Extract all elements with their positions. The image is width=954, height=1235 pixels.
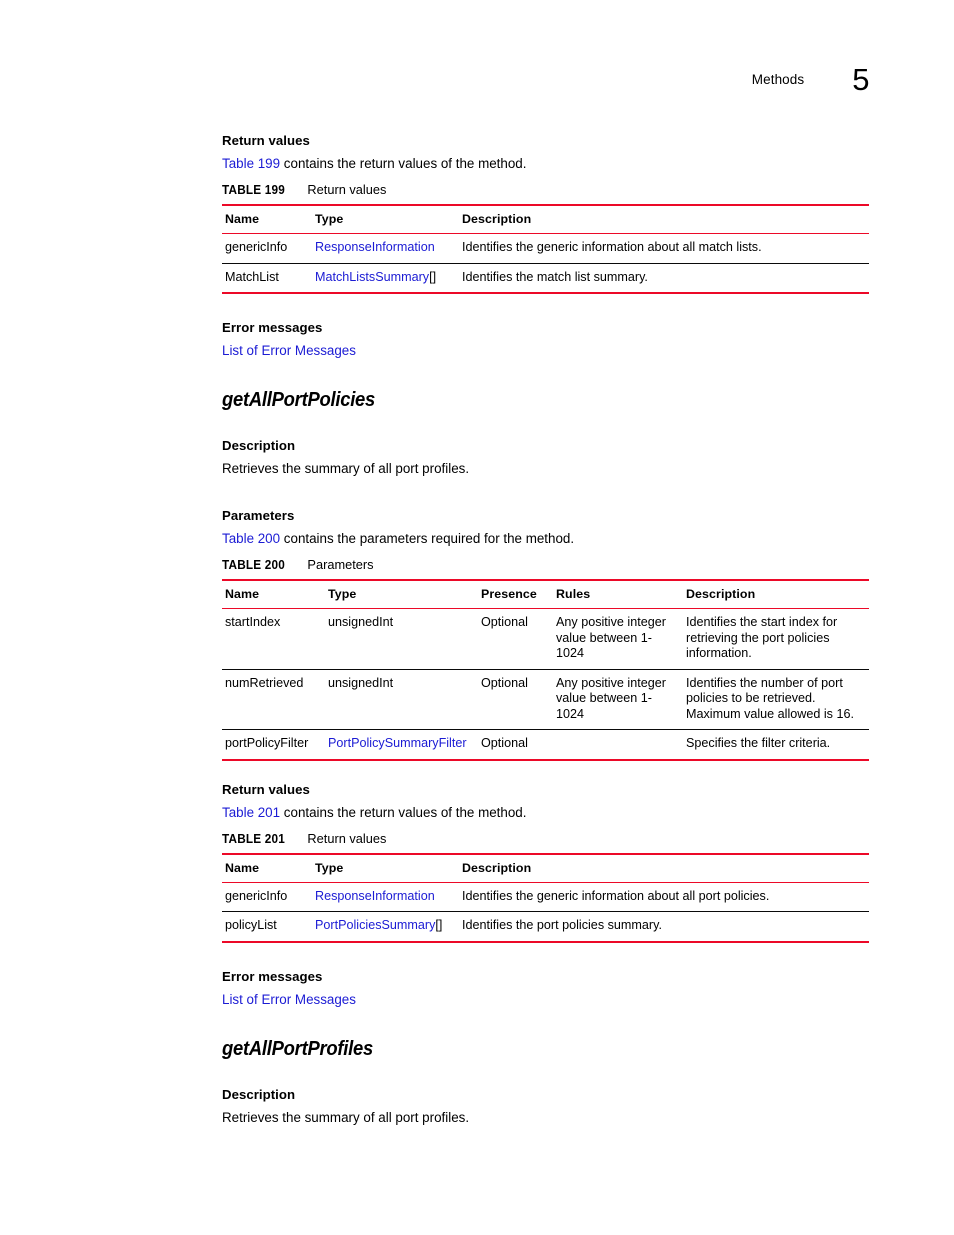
column-header-type: Type — [312, 204, 459, 234]
table-row: genericInfo ResponseInformation Identifi… — [222, 233, 869, 264]
table-199: Name Type Description genericInfo Respon… — [222, 204, 869, 294]
table-title-200: Parameters — [307, 557, 374, 572]
cell-rules — [553, 729, 683, 761]
cell-description: Specifies the filter criteria. — [683, 729, 869, 761]
xref-table-201[interactable]: Table 201 — [222, 805, 280, 820]
cell-presence: Optional — [478, 729, 553, 761]
column-header-type: Type — [312, 852, 459, 883]
heading-description-2: Description — [222, 1086, 296, 1102]
cell-type: ResponseInformation — [312, 233, 459, 264]
column-header-description: Description — [683, 579, 869, 609]
column-header-name: Name — [222, 204, 312, 234]
cell-name: MatchList — [222, 263, 312, 294]
column-header-presence: Presence — [478, 579, 553, 609]
lead-paragraph-table-200-rest: contains the parameters required for the… — [280, 531, 575, 546]
column-header-name: Name — [222, 579, 325, 609]
table-row: numRetrieved unsignedInt Optional Any po… — [222, 669, 869, 730]
heading-error-messages-2: Error messages — [222, 968, 323, 984]
heading-return-values-2: Return values — [222, 781, 310, 797]
cell-name: genericInfo — [222, 882, 312, 912]
table-row: portPolicyFilter PortPolicySummaryFilter… — [222, 729, 869, 761]
type-array-suffix: [] — [435, 918, 443, 932]
column-header-description: Description — [459, 204, 869, 234]
column-header-rules: Rules — [553, 579, 683, 609]
type-array-suffix: [] — [429, 269, 437, 284]
description-text-2: Retrieves the summary of all port profil… — [222, 1109, 470, 1125]
document-page: Methods 5 Return values Table 199 contai… — [0, 0, 954, 1235]
cell-name: startIndex — [222, 608, 325, 670]
table-row: startIndex unsignedInt Optional Any posi… — [222, 608, 869, 670]
cell-name: portPolicyFilter — [222, 729, 325, 761]
type-link[interactable]: ResponseInformation — [315, 889, 435, 903]
table-201: Name Type Description genericInfo Respon… — [222, 852, 869, 943]
cell-rules: Any positive integer value between 1-102… — [553, 608, 683, 670]
cell-type: unsignedInt — [325, 669, 478, 730]
table-row: genericInfo ResponseInformation Identifi… — [222, 882, 869, 912]
table-number-199: TABLE 199 — [222, 182, 285, 197]
cell-presence: Optional — [478, 669, 553, 730]
cell-description: Identifies the match list summary. — [459, 263, 869, 294]
heading-parameters: Parameters — [222, 508, 295, 523]
table-200: Name Type Presence Rules Description sta… — [222, 579, 869, 761]
page-running-header: Methods 5 — [222, 58, 870, 95]
column-header-name: Name — [222, 852, 312, 883]
table-number-200: TABLE 200 — [222, 557, 285, 572]
type-link[interactable]: ResponseInformation — [315, 240, 435, 254]
cell-description: Identifies the number of port policies t… — [683, 669, 869, 730]
table-number-201: TABLE 201 — [222, 830, 285, 846]
error-messages-link-paragraph-2: List of Error Messages — [222, 991, 869, 1008]
table-header-row: Name Type Description — [222, 204, 869, 234]
type-link[interactable]: PortPolicySummaryFilter — [328, 736, 467, 750]
lead-paragraph-table-199-rest: contains the return values of the method… — [280, 156, 527, 171]
lead-paragraph-table-200: Table 200 contains the parameters requir… — [222, 530, 869, 547]
page-content: Return values Table 199 contains the ret… — [222, 133, 869, 1126]
cell-type: PortPoliciesSummary[] — [312, 911, 459, 943]
xref-table-199[interactable]: Table 199 — [222, 156, 280, 171]
heading-error-messages-1: Error messages — [222, 320, 323, 335]
link-list-of-error-messages[interactable]: List of Error Messages — [222, 992, 356, 1007]
running-header-title: Methods — [751, 72, 805, 87]
method-heading-get-all-port-policies: getAllPortPolicies — [222, 388, 376, 411]
table-caption-200: TABLE 200 Parameters — [222, 557, 869, 573]
table-title-201: Return values — [307, 830, 387, 846]
table-title-199: Return values — [307, 182, 387, 197]
cell-name: numRetrieved — [222, 669, 325, 730]
column-header-description: Description — [459, 852, 869, 883]
cell-description: Identifies the port policies summary. — [459, 911, 869, 943]
type-link[interactable]: PortPoliciesSummary — [315, 918, 435, 932]
method-heading-get-all-port-profiles: getAllPortProfiles — [222, 1036, 373, 1060]
lead-paragraph-table-201-rest: contains the return values of the method… — [280, 804, 527, 820]
table-row: policyList PortPoliciesSummary[] Identif… — [222, 911, 869, 943]
cell-type: ResponseInformation — [312, 882, 459, 912]
column-header-type: Type — [325, 579, 478, 609]
cell-type: PortPolicySummaryFilter — [325, 729, 478, 761]
xref-table-200[interactable]: Table 200 — [222, 531, 280, 546]
cell-type: MatchListsSummary[] — [312, 263, 459, 294]
heading-return-values-1: Return values — [222, 133, 310, 148]
error-messages-link-paragraph-1: List of Error Messages — [222, 342, 869, 359]
cell-type: unsignedInt — [325, 608, 478, 670]
table-header-row: Name Type Presence Rules Description — [222, 579, 869, 609]
table-caption-199: TABLE 199 Return values — [222, 182, 869, 198]
cell-description: Identifies the generic information about… — [459, 233, 869, 264]
cell-name: policyList — [222, 911, 312, 943]
lead-paragraph-table-199: Table 199 contains the return values of … — [222, 155, 869, 172]
table-caption-201: TABLE 201 Return values — [222, 831, 869, 847]
cell-presence: Optional — [478, 608, 553, 670]
type-link[interactable]: MatchListsSummary — [315, 270, 429, 284]
cell-name: genericInfo — [222, 233, 312, 264]
table-row: MatchList MatchListsSummary[] Identifies… — [222, 263, 869, 294]
table-header-row: Name Type Description — [222, 852, 869, 883]
lead-paragraph-table-201: Table 201 contains the return values of … — [222, 804, 869, 821]
cell-description: Identifies the start index for retrievin… — [683, 608, 869, 670]
heading-description-1: Description — [222, 438, 296, 453]
link-list-of-error-messages[interactable]: List of Error Messages — [222, 343, 356, 358]
cell-rules: Any positive integer value between 1-102… — [553, 669, 683, 730]
cell-description: Identifies the generic information about… — [459, 882, 869, 912]
chapter-number: 5 — [852, 62, 869, 97]
description-text-1: Retrieves the summary of all port profil… — [222, 461, 470, 476]
